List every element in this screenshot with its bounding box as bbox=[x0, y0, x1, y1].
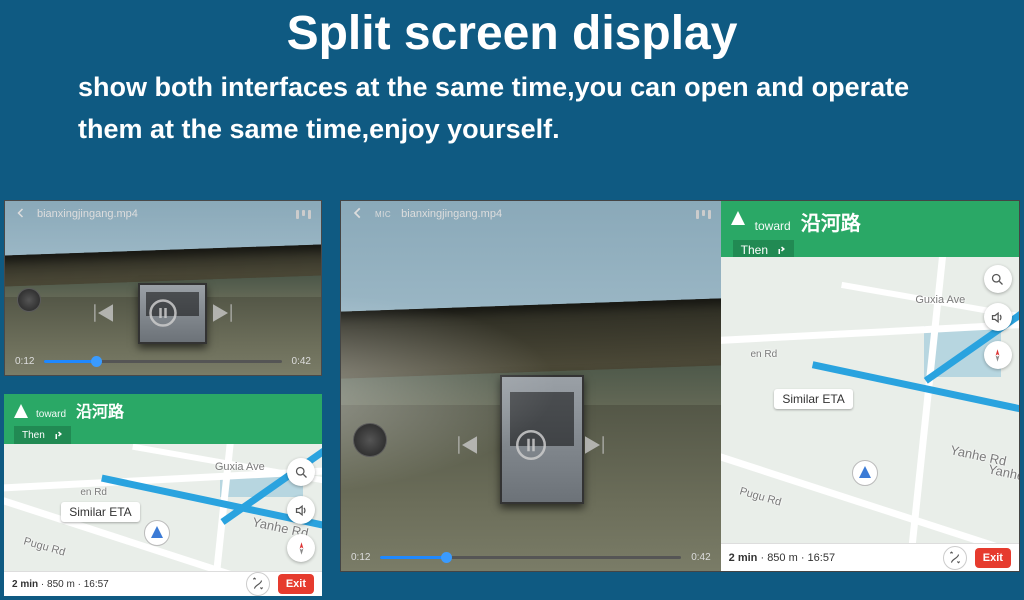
video-filename: bianxingjingang.mp4 bbox=[401, 208, 502, 220]
road-label: en Rd bbox=[80, 487, 107, 498]
time-total: 0:42 bbox=[691, 552, 710, 563]
road-label: en Rd bbox=[751, 349, 778, 360]
pause-button[interactable] bbox=[148, 298, 178, 328]
volume-button[interactable] bbox=[287, 496, 315, 524]
alt-routes-button[interactable] bbox=[943, 546, 967, 570]
prev-button[interactable] bbox=[452, 430, 482, 460]
video-scene bbox=[341, 201, 721, 571]
video-controls bbox=[341, 430, 721, 460]
search-button[interactable] bbox=[984, 265, 1012, 293]
current-position-icon bbox=[852, 460, 878, 486]
then-step[interactable]: Then bbox=[14, 426, 71, 444]
time-current: 0:12 bbox=[15, 356, 34, 367]
eta-chip[interactable]: Similar ETA bbox=[774, 389, 852, 409]
road-label: Guxia Ave bbox=[915, 294, 965, 306]
alt-routes-button[interactable] bbox=[246, 572, 270, 596]
video-topbar: MIC bianxingjingang.mp4 bbox=[341, 201, 721, 227]
compass-button[interactable] bbox=[287, 534, 315, 562]
page-subtitle: show both interfaces at the same time,yo… bbox=[0, 61, 1024, 151]
prev-button[interactable] bbox=[88, 298, 118, 328]
back-icon[interactable] bbox=[351, 206, 365, 223]
nav-header: toward 沿河路 Then bbox=[4, 394, 322, 450]
map-side-controls bbox=[286, 458, 316, 562]
video-player-small: bianxingjingang.mp4 0:12 0:42 bbox=[4, 200, 322, 376]
nav-footer: 2 min · 850 m · 16:57 Exit bbox=[4, 571, 322, 596]
video-topbar: bianxingjingang.mp4 bbox=[5, 201, 321, 227]
direction-arrow-icon bbox=[14, 404, 28, 418]
video-filename: bianxingjingang.mp4 bbox=[37, 208, 138, 220]
road-label: Pugu Rd bbox=[22, 536, 66, 559]
video-progress: 0:12 0:42 bbox=[341, 546, 721, 571]
next-button[interactable] bbox=[580, 430, 610, 460]
compass-button[interactable] bbox=[984, 341, 1012, 369]
destination-name: 沿河路 bbox=[801, 207, 861, 236]
split-screen-device: MIC bianxingjingang.mp4 0:12 0:42 toward… bbox=[340, 200, 1020, 572]
video-controls bbox=[5, 298, 321, 328]
exit-button[interactable]: Exit bbox=[975, 548, 1011, 568]
then-label: Then bbox=[741, 243, 768, 257]
current-position-icon bbox=[144, 520, 170, 546]
nav-footer: 2 min · 850 m · 16:57 Exit bbox=[721, 543, 1019, 571]
video-player-large: MIC bianxingjingang.mp4 0:12 0:42 bbox=[341, 201, 721, 571]
turn-right-icon bbox=[51, 429, 63, 441]
eta-summary: 2 min · 850 m · 16:57 bbox=[729, 552, 835, 564]
time-total: 0:42 bbox=[292, 356, 311, 367]
seek-bar[interactable] bbox=[44, 360, 281, 363]
toward-label: toward bbox=[36, 409, 66, 420]
nav-map-small: toward 沿河路 Then Guxia Ave Yanhe Rd Pugu … bbox=[4, 394, 322, 596]
nav-map-large: toward 沿河路 Then Guxia Ave Yanhe Rd Yanhe… bbox=[721, 201, 1019, 571]
eta-summary: 2 min · 850 m · 16:57 bbox=[12, 579, 109, 590]
map-canvas[interactable]: Guxia Ave Yanhe Rd Yanhe Pugu Rd en Rd S… bbox=[721, 257, 1019, 543]
back-icon[interactable] bbox=[15, 207, 27, 222]
road-label: Guxia Ave bbox=[215, 461, 265, 473]
seek-bar[interactable] bbox=[380, 556, 681, 559]
then-label: Then bbox=[22, 430, 45, 441]
exit-button[interactable]: Exit bbox=[278, 574, 314, 594]
next-button[interactable] bbox=[208, 298, 238, 328]
road-label: Pugu Rd bbox=[738, 485, 782, 508]
eta-chip[interactable]: Similar ETA bbox=[61, 502, 139, 522]
destination-name: 沿河路 bbox=[76, 398, 124, 422]
video-scene bbox=[5, 201, 321, 375]
direction-arrow-icon bbox=[731, 211, 745, 225]
map-side-controls bbox=[983, 265, 1013, 537]
search-button[interactable] bbox=[287, 458, 315, 486]
pause-button[interactable] bbox=[516, 430, 546, 460]
map-canvas[interactable]: Guxia Ave Yanhe Rd Pugu Rd en Rd Similar… bbox=[4, 444, 322, 571]
time-current: 0:12 bbox=[351, 552, 370, 563]
equalizer-icon[interactable] bbox=[696, 210, 711, 219]
video-progress: 0:12 0:42 bbox=[5, 350, 321, 375]
toward-label: toward bbox=[755, 219, 791, 233]
mic-label: MIC bbox=[375, 210, 391, 219]
equalizer-icon[interactable] bbox=[296, 210, 311, 219]
volume-button[interactable] bbox=[984, 303, 1012, 331]
turn-right-icon bbox=[774, 244, 786, 256]
page-title: Split screen display bbox=[0, 0, 1024, 61]
